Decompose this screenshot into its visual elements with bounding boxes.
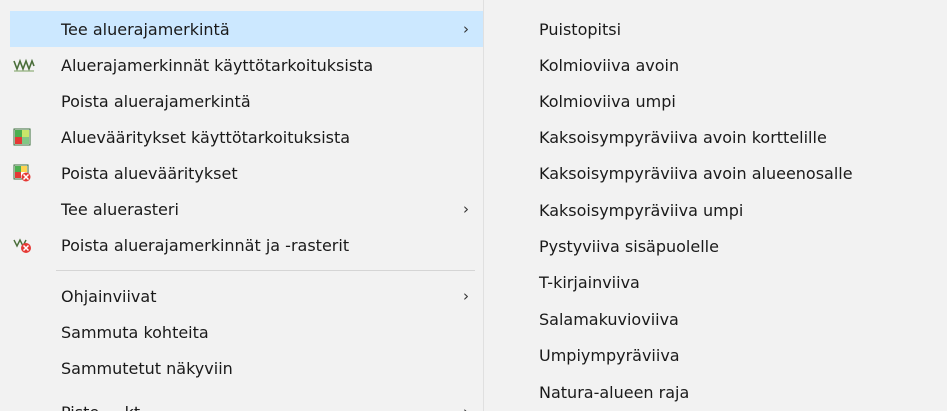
context-menu: Tee aluerajamerkintä › Aluerajamerkinnät… xyxy=(0,0,483,411)
menu-item-label: Sammutetut näkyviin xyxy=(61,358,233,378)
menu-item-label: Aluerajamerkinnät käyttötarkoituksista xyxy=(61,55,374,75)
menu-item-tee-aluerasteri[interactable]: Tee aluerasteri › xyxy=(10,191,483,227)
menu-item-poista-aluerajamerkinta[interactable]: Poista aluerajamerkintä xyxy=(10,83,483,119)
submenu-item-kaksoisympyraviiva-avoin-korttelille[interactable]: Kaksoisympyräviiva avoin korttelille xyxy=(484,119,947,155)
submenu-item-salamakuvioviiva[interactable]: Salamakuvioviiva xyxy=(484,301,947,337)
submenu-item-pystyviiva-sisapuolelle[interactable]: Pystyviiva sisäpuolelle xyxy=(484,228,947,264)
menu-item-label: Aluevääritykset käyttötarkoituksista xyxy=(61,127,351,147)
menu-item-tee-aluerajamerkinta[interactable]: Tee aluerajamerkintä › xyxy=(10,11,483,47)
submenu-item-kaksoisympyraviiva-umpi[interactable]: Kaksoisympyräviiva umpi xyxy=(484,192,947,228)
chevron-right-icon: › xyxy=(463,403,469,411)
menu-item-label: Piste ... kt xyxy=(61,403,140,411)
menu-item-aluevaritykset-kayttotarkoituksista[interactable]: Aluevääritykset käyttötarkoituksista xyxy=(10,119,483,155)
menu-item-label: Kaksoisympyräviiva avoin korttelille xyxy=(539,127,827,147)
chevron-right-icon: › xyxy=(463,200,469,218)
submenu-item-kolmioviiva-avoin[interactable]: Kolmioviiva avoin xyxy=(484,47,947,83)
menu-item-label: Pystyviiva sisäpuolelle xyxy=(539,236,719,256)
menu-item-label: Poista aluevääritykset xyxy=(61,163,238,183)
remove-markings-icon xyxy=(13,236,31,254)
submenu-item-t-kirjainviiva[interactable]: T-kirjainviiva xyxy=(484,264,947,300)
menu-item-ohjainviivat[interactable]: Ohjainviivat › xyxy=(10,278,483,314)
menu-item-label: Kolmioviiva avoin xyxy=(539,55,680,75)
submenu-item-kolmioviiva-umpi[interactable]: Kolmioviiva umpi xyxy=(484,83,947,119)
menu-item-poista-aluerajamerkinnat-ja-rasterit[interactable]: Poista aluerajamerkinnät ja -rasterit xyxy=(10,227,483,263)
zigzag-border-icon xyxy=(13,56,35,74)
menu-item-label: Tee aluerajamerkintä xyxy=(61,19,230,39)
menu-item-cut-off[interactable]: Piste ... kt › xyxy=(10,394,483,411)
menu-item-sammuta-kohteita[interactable]: Sammuta kohteita xyxy=(10,314,483,350)
submenu-item-natura-alueen-raja[interactable]: Natura-alueen raja xyxy=(484,374,947,410)
menu-item-label: Umpiympyräviiva xyxy=(539,345,680,365)
menu-item-label: Kolmioviiva umpi xyxy=(539,91,676,111)
menu-item-label: Sammuta kohteita xyxy=(61,322,209,342)
menu-item-label: T-kirjainviiva xyxy=(539,272,640,292)
menu-item-label: Ohjainviivat xyxy=(61,286,157,306)
menu-item-label: Salamakuvioviiva xyxy=(539,309,679,329)
menu-item-label: Kaksoisympyräviiva umpi xyxy=(539,200,744,220)
submenu-item-kaksoisympyraviiva-avoin-alueenosalle[interactable]: Kaksoisympyräviiva avoin alueenosalle xyxy=(484,155,947,191)
colored-area-icon xyxy=(13,128,31,146)
menu-item-label: Kaksoisympyräviiva avoin alueenosalle xyxy=(539,163,853,183)
chevron-right-icon: › xyxy=(463,20,469,38)
menu-item-label: Natura-alueen raja xyxy=(539,382,690,402)
submenu-tee-aluerajamerkinta: Puistopitsi Kolmioviiva avoin Kolmioviiv… xyxy=(483,0,947,411)
menu-item-aluerajamerkinnat-kayttotarkoituksista[interactable]: Aluerajamerkinnät käyttötarkoituksista xyxy=(10,47,483,83)
menu-item-label: Tee aluerasteri xyxy=(61,199,179,219)
submenu-item-puistopitsi[interactable]: Puistopitsi xyxy=(484,11,947,47)
menu-item-label: Poista aluerajamerkinnät ja -rasterit xyxy=(61,235,350,255)
menu-item-label: Puistopitsi xyxy=(539,19,622,39)
menu-separator xyxy=(56,270,475,271)
remove-coloring-icon xyxy=(13,164,31,182)
menu-item-label: Poista aluerajamerkintä xyxy=(61,91,251,111)
menu-item-poista-aluevaritykset[interactable]: Poista aluevääritykset xyxy=(10,155,483,191)
submenu-item-umpiympyraviiva[interactable]: Umpiympyräviiva xyxy=(484,337,947,373)
chevron-right-icon: › xyxy=(463,287,469,305)
menu-item-sammutetut-nakyviin[interactable]: Sammutetut näkyviin xyxy=(10,350,483,386)
